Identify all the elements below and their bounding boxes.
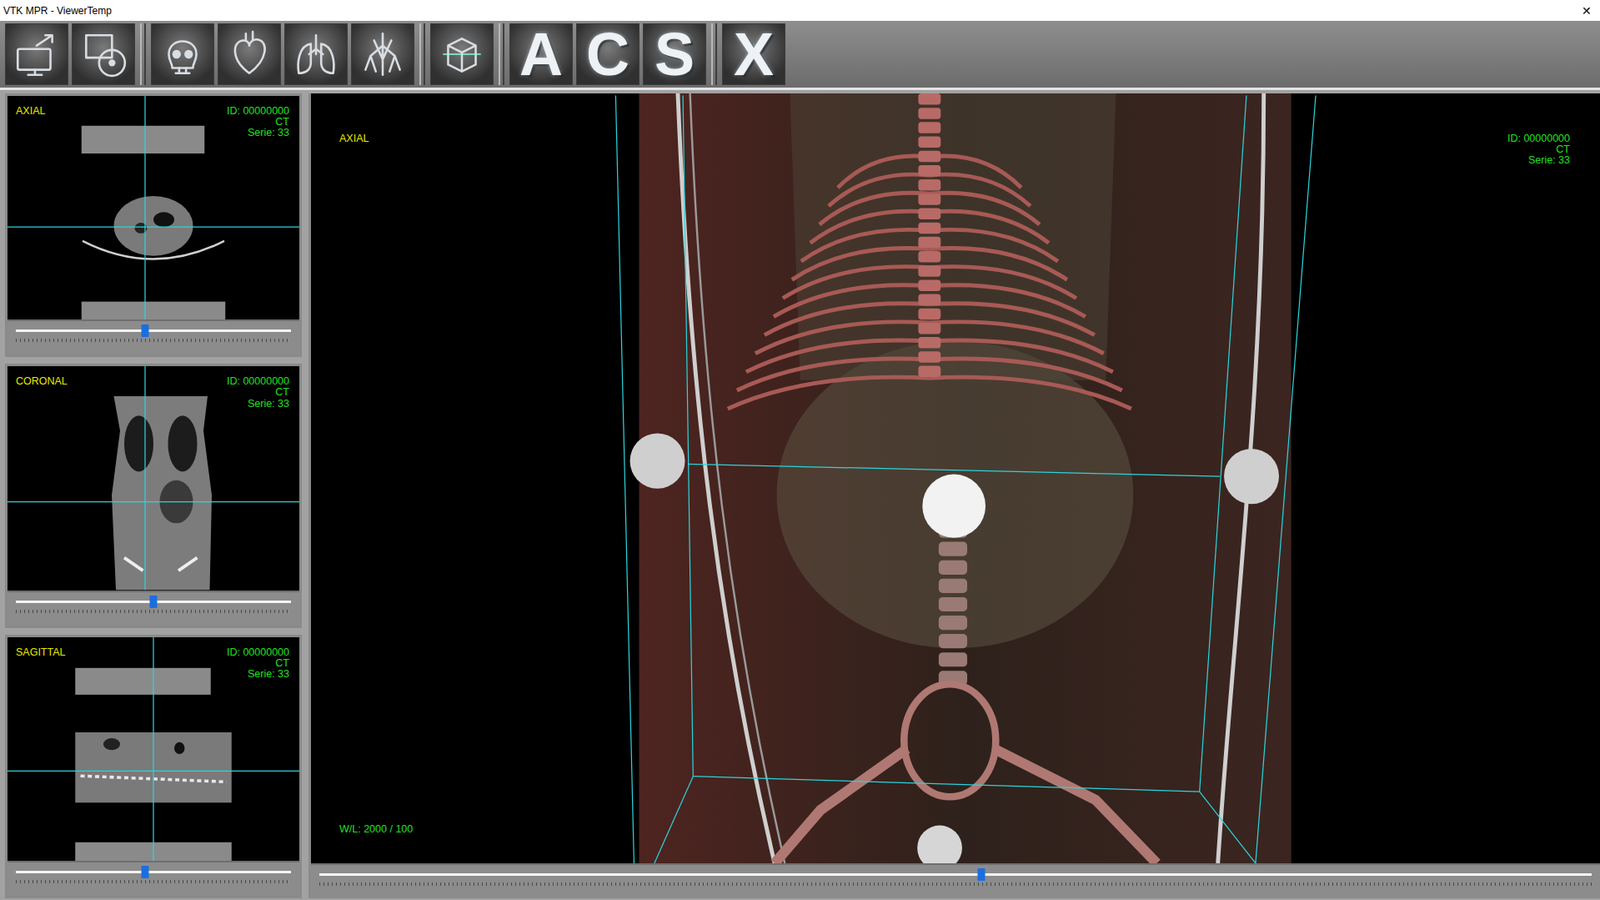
modality: CT xyxy=(226,386,290,398)
slice-slider-ticks xyxy=(15,609,291,613)
slice-slider-thumb[interactable] xyxy=(141,865,150,878)
view-overlay: CORONAL ID: 00000000CTSerie: 33 xyxy=(7,366,300,409)
series-info: ID: 00000000CTSerie: 33 xyxy=(226,105,290,139)
slice-slider-track[interactable] xyxy=(15,870,291,873)
modality: CT xyxy=(1507,144,1570,156)
toolbar-separator xyxy=(498,23,505,86)
view-panel: SAGITTAL ID: 00000000CTSerie: 33 xyxy=(5,634,302,898)
close-button[interactable]: ✕ xyxy=(1578,3,1595,19)
slice-slider xyxy=(7,319,300,355)
view-overlay: SAGITTAL ID: 00000000CTSerie: 33 xyxy=(7,636,300,680)
view-label: CORONAL xyxy=(15,376,68,387)
view-overlay: AXIAL ID: 00000000CTSerie: 33 xyxy=(7,95,300,139)
view-panel: CORONAL ID: 00000000CTSerie: 33 xyxy=(5,363,302,627)
window-title: VTK MPR - ViewerTemp xyxy=(3,3,112,19)
patient-id: ID: 00000000 xyxy=(1507,133,1570,145)
disc-button[interactable] xyxy=(71,23,136,86)
slice-slider xyxy=(7,590,300,626)
vessels-icon xyxy=(356,28,409,81)
view-button[interactable]: S xyxy=(642,23,707,86)
overlay-top: AXIAL ID: 00000000CTSerie: 33 xyxy=(339,133,1570,166)
modality: CT xyxy=(226,657,290,669)
main-view-panel: AXIAL ID: 00000000CTSerie: 33 W/L: 2000 / … xyxy=(308,93,1600,898)
toolbar-separator xyxy=(140,23,146,86)
view-button[interactable]: C xyxy=(576,23,640,86)
main-slider-track[interactable] xyxy=(319,872,1592,876)
slice-slider-thumb[interactable] xyxy=(141,324,150,337)
series-info: ID: 00000000CTSerie: 33 xyxy=(1507,133,1570,166)
window-level: W/L: 2000 / 100 xyxy=(339,823,1570,835)
series-number: Serie: 33 xyxy=(226,127,290,139)
exit-button[interactable]: X xyxy=(722,23,786,86)
modality: CT xyxy=(226,116,290,128)
main-slider xyxy=(310,862,1600,898)
main-slider-thumb[interactable] xyxy=(977,867,985,881)
disc-icon xyxy=(77,28,130,81)
toolbar-separator xyxy=(419,23,426,86)
volume-render xyxy=(310,93,1600,863)
skull-button[interactable] xyxy=(150,23,215,86)
slice-slider-thumb[interactable] xyxy=(150,595,158,608)
series-number: Serie: 33 xyxy=(226,668,290,680)
toolbar-separator xyxy=(711,23,718,86)
toolbar: ACSX xyxy=(0,20,1600,91)
view-label: AXIAL xyxy=(339,133,369,145)
slice-slider-track[interactable] xyxy=(15,329,291,332)
view-label: AXIAL xyxy=(15,105,46,117)
view-panel: AXIAL ID: 00000000CTSerie: 33 xyxy=(5,93,302,357)
view-label: SAGITTAL xyxy=(15,647,66,658)
slice-slider-ticks xyxy=(15,879,291,883)
view-button-label: C xyxy=(586,24,630,85)
import-button[interactable] xyxy=(5,23,69,86)
lungs-button[interactable] xyxy=(284,23,348,86)
heart-button[interactable] xyxy=(217,23,281,86)
exit-button-label: X xyxy=(733,24,774,85)
lungs-icon xyxy=(290,28,342,81)
view-button[interactable]: A xyxy=(509,23,573,86)
cube-icon xyxy=(436,28,488,81)
patient-id: ID: 00000000 xyxy=(226,376,290,387)
series-info: ID: 00000000CTSerie: 33 xyxy=(226,647,290,680)
view-viewport[interactable]: CORONAL ID: 00000000CTSerie: 33 xyxy=(7,366,300,590)
view-viewport[interactable]: AXIAL ID: 00000000CTSerie: 33 xyxy=(7,95,300,320)
view-list: AXIALID: 00000000CTSerie: 33CORONALID: 0… xyxy=(5,93,302,898)
patient-id: ID: 00000000 xyxy=(226,105,290,117)
skull-icon xyxy=(156,28,209,81)
slice-slider-track[interactable] xyxy=(15,600,291,603)
import-icon xyxy=(10,28,63,81)
slice-slider-ticks xyxy=(15,338,291,342)
view-button-label: A xyxy=(519,24,563,85)
title-bar: VTK MPR - ViewerTemp ✕ xyxy=(0,0,1600,21)
view-viewport[interactable]: SAGITTAL ID: 00000000CTSerie: 33 xyxy=(7,636,300,861)
view-button-label: S xyxy=(654,24,695,85)
render-viewport[interactable]: AXIAL ID: 00000000CTSerie: 33 W/L: 2000 / … xyxy=(310,93,1600,863)
render-overlay: AXIAL ID: 00000000CTSerie: 33 W/L: 2000 / … xyxy=(310,93,1600,863)
series-number: Serie: 33 xyxy=(1507,155,1570,166)
patient-id: ID: 00000000 xyxy=(226,647,290,658)
slice-slider xyxy=(7,860,300,896)
series-number: Serie: 33 xyxy=(226,398,290,410)
series-info: ID: 00000000CTSerie: 33 xyxy=(226,376,290,409)
heart-icon xyxy=(223,28,276,81)
cube-button[interactable] xyxy=(430,23,494,86)
vessels-button[interactable] xyxy=(351,23,415,86)
main-slider-ticks xyxy=(319,882,1592,886)
